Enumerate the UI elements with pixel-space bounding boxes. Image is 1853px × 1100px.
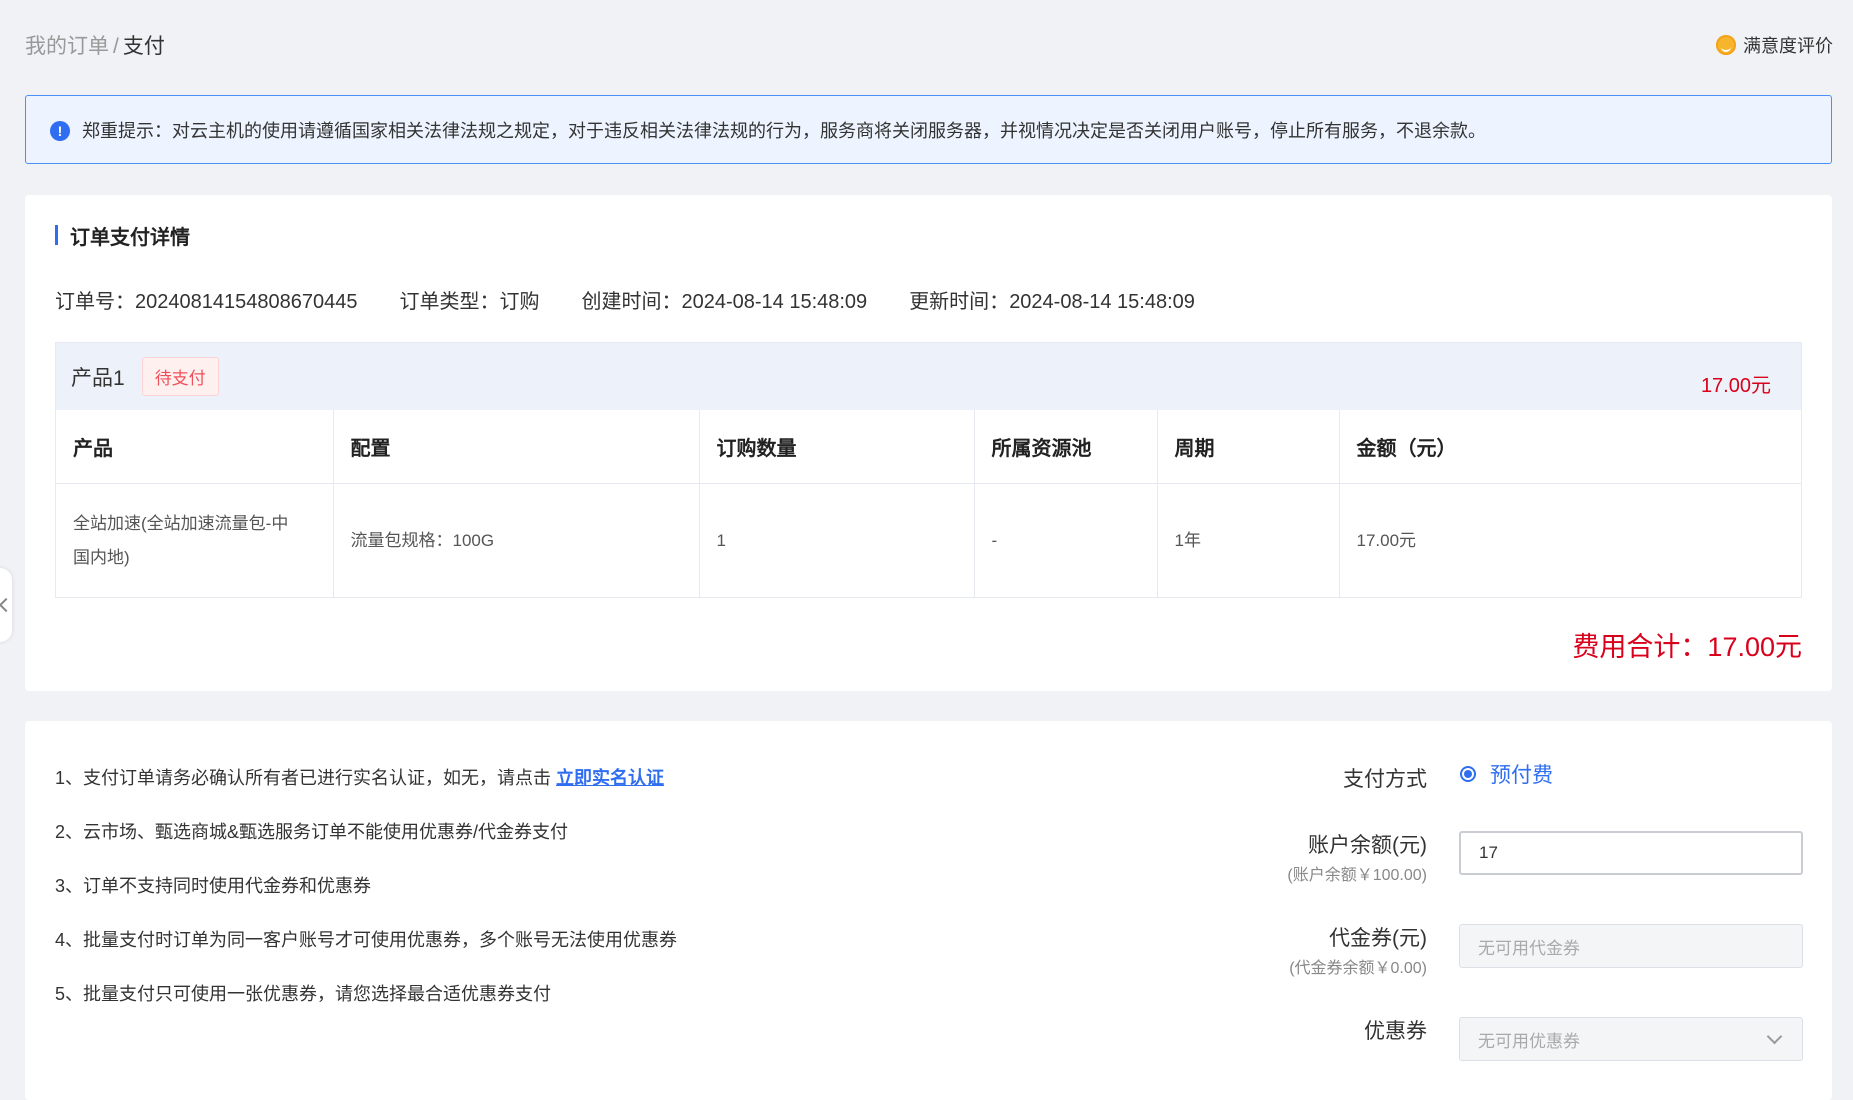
coupon-select[interactable]: 无可用优惠券 <box>1459 1017 1803 1061</box>
coupon-label: 优惠券 <box>1364 1020 1427 1043</box>
cell-quantity: 1 <box>699 483 975 598</box>
cell-product: 全站加速(全站加速流量包-中 国内地) <box>56 483 334 598</box>
breadcrumb-my-orders[interactable]: 我的订单 <box>25 35 109 58</box>
balance-sub: (账户余额￥100.00) <box>1287 867 1427 884</box>
payment-card: 1、支付订单请务必确认所有者已进行实名认证，如无，请点击 立即实名认证 2、云市… <box>25 721 1832 1100</box>
prepaid-radio[interactable]: 预付费 <box>1460 759 1553 789</box>
cell-period: 1年 <box>1157 483 1340 598</box>
col-resource-pool: 所属资源池 <box>974 410 1158 484</box>
product-table: 产品 配置 订购数量 所属资源池 周期 金额（元） 全站加速(全站加速流量包-中… <box>56 410 1801 598</box>
title-accent-bar <box>55 225 58 245</box>
product-amount: 17.00元 <box>1700 375 1771 397</box>
section-title-text: 订单支付详情 <box>70 226 190 249</box>
payment-method-label: 支付方式 <box>1343 768 1427 791</box>
smile-face-icon <box>1716 35 1736 55</box>
order-updated: 更新时间：2024-08-14 15:48:09 <box>909 291 1195 313</box>
col-quantity: 订购数量 <box>699 410 975 484</box>
col-config: 配置 <box>333 410 700 484</box>
cell-resource-pool: - <box>974 483 1158 598</box>
section-title: 订单支付详情 <box>55 223 190 249</box>
product-name: 产品1 <box>71 366 125 390</box>
satisfaction-button[interactable]: 满意度评价 <box>1716 32 1833 58</box>
col-product: 产品 <box>56 410 334 484</box>
top-bar: 我的订单 / 支付 满意度评价 <box>25 28 1833 62</box>
table-header-row: 产品 配置 订购数量 所属资源池 周期 金额（元） <box>56 410 1801 484</box>
table-row: 全站加速(全站加速流量包-中 国内地) 流量包规格：100G 1 - 1年 17.… <box>56 483 1801 598</box>
order-detail-card: 订单支付详情 订单号：20240814154808670445 订单类型：订购 … <box>25 195 1832 691</box>
col-amount: 金额（元） <box>1339 410 1801 484</box>
satisfaction-label: 满意度评价 <box>1743 36 1833 56</box>
order-type: 订单类型：订购 <box>399 291 540 313</box>
order-created: 创建时间：2024-08-14 15:48:09 <box>581 291 868 313</box>
voucher-field: 无可用代金券 <box>1459 924 1803 968</box>
order-meta: 订单号：20240814154808670445 订单类型：订购 创建时间：20… <box>55 285 1195 314</box>
total-label: 费用合计： <box>1572 632 1708 662</box>
chevron-down-icon <box>1766 1028 1783 1045</box>
total-value: 17.00元 <box>1707 632 1802 662</box>
balance-input[interactable] <box>1459 831 1803 875</box>
info-icon: ! <box>50 120 70 141</box>
voucher-sub: (代金券余额￥0.00) <box>1289 960 1427 977</box>
chevron-left-icon <box>0 597 13 613</box>
breadcrumb-separator: / <box>113 35 119 58</box>
coupon-select-value: 无可用优惠券 <box>1478 1031 1580 1051</box>
breadcrumb-current: 支付 <box>122 35 165 58</box>
notice-text: 郑重提示：对云主机的使用请遵循国家相关法律法规之规定，对于违反相关法律法规的行为… <box>82 120 1486 141</box>
col-period: 周期 <box>1157 410 1340 484</box>
cell-config: 流量包规格：100G <box>333 483 700 598</box>
balance-label: 账户余额(元) <box>1308 834 1427 857</box>
notice-alert: ! 郑重提示：对云主机的使用请遵循国家相关法律法规之规定，对于违反相关法律法规的… <box>25 95 1832 164</box>
order-number: 订单号：20240814154808670445 <box>55 291 358 313</box>
voucher-label: 代金券(元) <box>1329 927 1427 950</box>
prepaid-label: 预付费 <box>1490 764 1553 787</box>
cell-amount: 17.00元 <box>1356 531 1417 550</box>
breadcrumb: 我的订单 / 支付 <box>25 30 165 60</box>
sidebar-toggle[interactable] <box>0 568 13 642</box>
status-badge: 待支付 <box>141 357 219 396</box>
radio-checked-icon <box>1460 766 1476 782</box>
payment-form: 支付方式 预付费 账户余额(元) (账户余额￥100.00) 代金券(元) (代… <box>25 721 1832 1100</box>
total-cost: 费用合计：17.00元 <box>1572 625 1802 664</box>
product-header: 产品1 待支付 17.00元 <box>56 343 1801 410</box>
product-box: 产品1 待支付 17.00元 产品 配置 订购数量 所属资源池 周期 金额（元） <box>55 342 1802 598</box>
